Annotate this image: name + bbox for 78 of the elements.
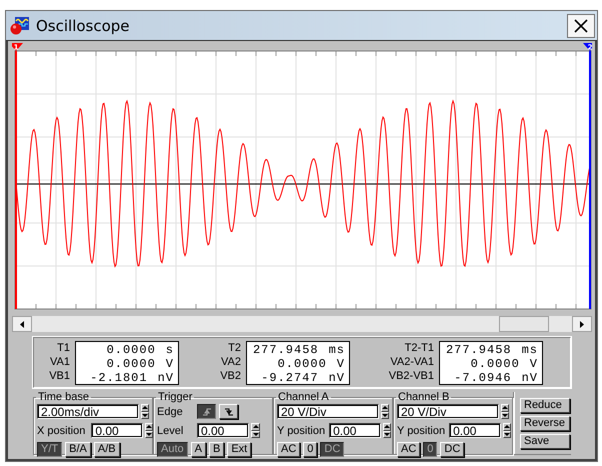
- rising-edge-icon: [202, 406, 212, 416]
- readout-unit: V: [166, 357, 174, 371]
- spin-button[interactable]: [251, 423, 260, 438]
- edge-button[interactable]: [197, 404, 216, 419]
- readout-label: VA2-VA1: [390, 355, 434, 369]
- readout-unit: ms: [522, 343, 538, 357]
- readout-label: T1: [57, 341, 70, 355]
- toggle-button[interactable]: 0: [423, 442, 438, 457]
- text-field[interactable]: 0.00: [449, 423, 502, 438]
- close-button[interactable]: [567, 14, 595, 38]
- scope-icon: [10, 16, 30, 36]
- text-field[interactable]: 20 V/Div: [277, 404, 379, 419]
- text-field[interactable]: 0.00: [197, 423, 249, 438]
- scroll-thumb[interactable]: [499, 316, 549, 332]
- field-label: Level: [157, 424, 184, 436]
- text-field[interactable]: 20 V/Div: [397, 404, 499, 419]
- toggle-button[interactable]: Y/T: [37, 442, 62, 457]
- readout-unit: ms: [328, 343, 345, 357]
- toggle-button[interactable]: DC: [440, 442, 464, 457]
- readout-value: 0.0000: [106, 357, 156, 371]
- left-arrow-icon: [20, 320, 24, 328]
- scroll-left-button[interactable]: [12, 316, 32, 332]
- spin-button[interactable]: [381, 404, 389, 419]
- action-button[interactable]: Save: [520, 434, 570, 449]
- readout-unit: nV: [158, 371, 174, 385]
- readout-unit: nV: [328, 371, 345, 385]
- readout-label: T2-T1: [404, 341, 434, 355]
- readout-value: -2.1801: [89, 371, 148, 385]
- action-button[interactable]: Reverse: [520, 416, 570, 431]
- spin-button[interactable]: [383, 423, 392, 438]
- readout-label: VB1: [49, 369, 70, 383]
- spin-button[interactable]: [141, 404, 149, 419]
- action-button[interactable]: Reduce: [520, 398, 570, 413]
- readout-value: 0.0000: [276, 357, 327, 371]
- text-field[interactable]: 2.00ms/div: [37, 404, 139, 419]
- readout-value: -7.0946: [453, 371, 512, 385]
- toggle-button[interactable]: Ext: [227, 442, 252, 457]
- readout-label: VA2: [221, 355, 241, 369]
- toggle-button[interactable]: DC: [320, 442, 344, 457]
- readout-value: 277.9458: [444, 343, 512, 357]
- right-arrow-icon: [580, 320, 584, 328]
- toggle-button[interactable]: A/B: [94, 442, 120, 457]
- toggle-button[interactable]: B: [208, 442, 224, 457]
- toggle-button[interactable]: AC: [277, 442, 300, 457]
- readout-value: 0.0000: [470, 357, 520, 371]
- toggle-button[interactable]: B/A: [65, 442, 91, 457]
- group-title: Trigger: [157, 392, 194, 403]
- field-label: Edge: [157, 406, 184, 418]
- field-label: Y position: [397, 424, 446, 436]
- readout-label: T2: [228, 341, 241, 355]
- falling-edge-icon: [224, 406, 234, 416]
- readout-label: VB2: [220, 369, 241, 383]
- readout-value: 277.9458: [252, 343, 319, 357]
- toggle-button[interactable]: Auto: [157, 442, 188, 457]
- readout-value: -9.2747: [260, 371, 319, 385]
- toggle-button[interactable]: 0: [303, 442, 318, 457]
- readout-unit: s: [166, 343, 174, 357]
- group-title: Channel A: [277, 392, 330, 403]
- spin-button[interactable]: [501, 404, 509, 419]
- field-label: Y position: [277, 424, 326, 436]
- group-title: Channel B: [397, 392, 450, 403]
- readout-unit: nV: [522, 371, 538, 385]
- close-icon: [574, 18, 588, 32]
- group-title: Time base: [37, 392, 90, 403]
- toggle-button[interactable]: AC: [397, 442, 420, 457]
- toggle-button[interactable]: A: [190, 442, 206, 457]
- readout-unit: V: [530, 357, 538, 371]
- readout-value: 0.0000: [106, 343, 156, 357]
- readout-label: VB2-VB1: [388, 369, 434, 383]
- readout-unit: V: [336, 357, 345, 371]
- window-title: Oscilloscope: [36, 16, 131, 34]
- field-label: X position: [37, 424, 86, 436]
- scroll-right-button[interactable]: [572, 316, 592, 332]
- spin-button[interactable]: [145, 423, 154, 438]
- spin-button[interactable]: [503, 423, 512, 438]
- readout-label: VA1: [50, 355, 70, 369]
- text-field[interactable]: 0.00: [91, 423, 144, 438]
- text-field[interactable]: 0.00: [329, 423, 382, 438]
